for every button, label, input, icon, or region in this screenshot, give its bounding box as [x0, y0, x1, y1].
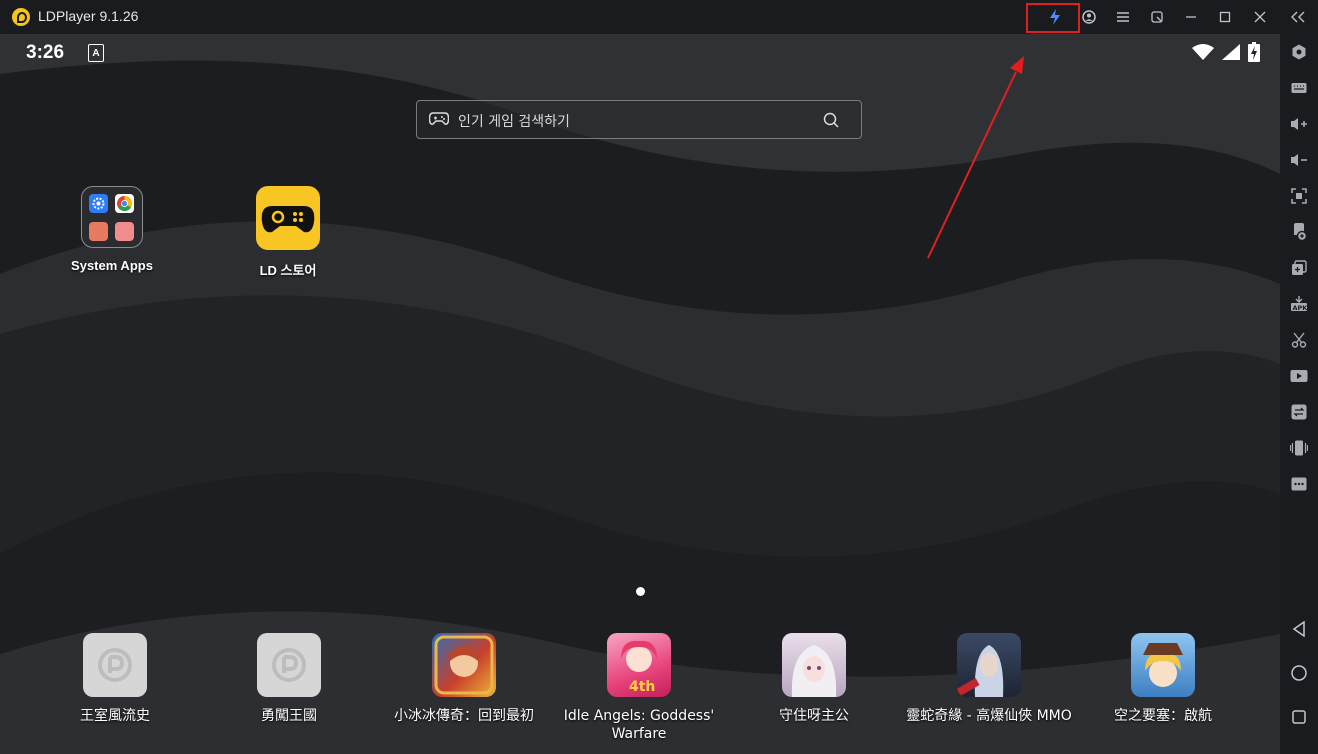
svg-text:4th: 4th: [629, 679, 655, 695]
system-apps-label: System Apps: [71, 258, 153, 273]
battery-charging-icon: [1248, 42, 1260, 62]
collapse-sidebar-icon[interactable]: [1284, 5, 1312, 29]
close-icon[interactable]: [1246, 5, 1274, 29]
status-time: 3:26: [26, 42, 65, 63]
multi-instance-icon[interactable]: [1287, 256, 1311, 280]
scissors-icon[interactable]: [1287, 328, 1311, 352]
dock-app-label: 王室風流史: [80, 708, 150, 724]
dock-app-6[interactable]: 靈蛇奇緣 - 高爆仙俠 MMO: [904, 633, 1074, 725]
more-icon[interactable]: [1287, 472, 1311, 496]
dock-app-label: 勇闖王國: [261, 708, 317, 724]
volume-down-icon[interactable]: [1287, 148, 1311, 172]
maximize-icon[interactable]: [1211, 5, 1239, 29]
apk-icon[interactable]: APK: [1287, 292, 1311, 316]
account-icon[interactable]: [1075, 5, 1103, 29]
title-bar: LDPlayer 9.1.26: [0, 0, 1318, 34]
dock-app-label: 靈蛇奇緣 - 高爆仙俠 MMO: [906, 708, 1072, 724]
ld-store-label: LD 스토어: [259, 263, 317, 278]
ld-store-icon: [256, 186, 320, 250]
keyboard-badge: A: [88, 44, 104, 62]
screenshot-icon[interactable]: [1287, 184, 1311, 208]
minimize-icon[interactable]: [1177, 5, 1205, 29]
game-icon: [957, 633, 1021, 697]
right-toolbar: APK: [1280, 34, 1318, 754]
dock-app-1[interactable]: 王室風流史: [30, 633, 200, 725]
app-title: LDPlayer 9.1.26: [38, 8, 139, 24]
files-mini-icon: [89, 222, 108, 241]
dock-app-3[interactable]: 小冰冰傳奇：回到最初: [379, 633, 549, 725]
dock-app-label: 小冰冰傳奇：回到最初: [394, 708, 534, 724]
settings-mini-icon: [89, 194, 108, 213]
wifi-icon: [1192, 44, 1214, 60]
sync-icon[interactable]: [1287, 400, 1311, 424]
search-placeholder: 인기 게임 검색하기: [458, 114, 570, 130]
volume-up-icon[interactable]: [1287, 112, 1311, 136]
dock-app-label: 空之要塞：啟航: [1114, 708, 1212, 724]
dock-app-7[interactable]: 空之要塞：啟航: [1078, 633, 1248, 725]
app-placeholder-icon: [83, 633, 147, 697]
dock-app-4[interactable]: 4th Idle Angels: Goddess' Warfare: [554, 633, 724, 743]
ld-store-app[interactable]: LD 스토어: [228, 186, 348, 279]
home-icon[interactable]: [1287, 661, 1311, 685]
menu-icon[interactable]: [1109, 5, 1137, 29]
signal-icon: [1222, 44, 1240, 60]
record-video-icon[interactable]: [1287, 364, 1311, 388]
game-icon: 4th: [607, 633, 671, 697]
game-icon: [782, 633, 846, 697]
dock-app-5[interactable]: 守住呀主公: [729, 633, 899, 725]
app-placeholder-icon: [257, 633, 321, 697]
keyboard-mapping-icon[interactable]: [1287, 76, 1311, 100]
ldplayer-logo-icon: [12, 8, 30, 26]
page-indicator-dot: [636, 587, 645, 596]
shake-icon[interactable]: [1287, 436, 1311, 460]
recent-apps-icon[interactable]: [1287, 705, 1311, 729]
dock-app-label: 守住呀主公: [779, 708, 849, 724]
install-app-icon[interactable]: [1287, 220, 1311, 244]
svg-text:APK: APK: [1293, 304, 1309, 312]
system-apps-folder[interactable]: System Apps: [52, 186, 172, 273]
gamepad-icon: [429, 112, 449, 125]
game-icon: [1131, 633, 1195, 697]
dock-app-2[interactable]: 勇闖王國: [204, 633, 374, 725]
settings-icon[interactable]: [1287, 40, 1311, 64]
search-icon[interactable]: [823, 112, 839, 128]
status-icons: [1192, 42, 1260, 62]
back-icon[interactable]: [1287, 617, 1311, 641]
android-screen: 3:26 A 인기 게임 검색하기 System Apps LD 스토어 王室風…: [0, 34, 1280, 754]
game-icon: [432, 633, 496, 697]
chrome-mini-icon: [115, 194, 134, 213]
gallery-mini-icon: [115, 222, 134, 241]
dock-app-label: Idle Angels: Goddess' Warfare: [563, 708, 715, 742]
turbo-highlight-box: [1026, 3, 1080, 33]
resize-icon[interactable]: [1143, 5, 1171, 29]
system-apps-folder-icon: [81, 186, 143, 248]
game-search-bar[interactable]: 인기 게임 검색하기: [416, 100, 862, 139]
